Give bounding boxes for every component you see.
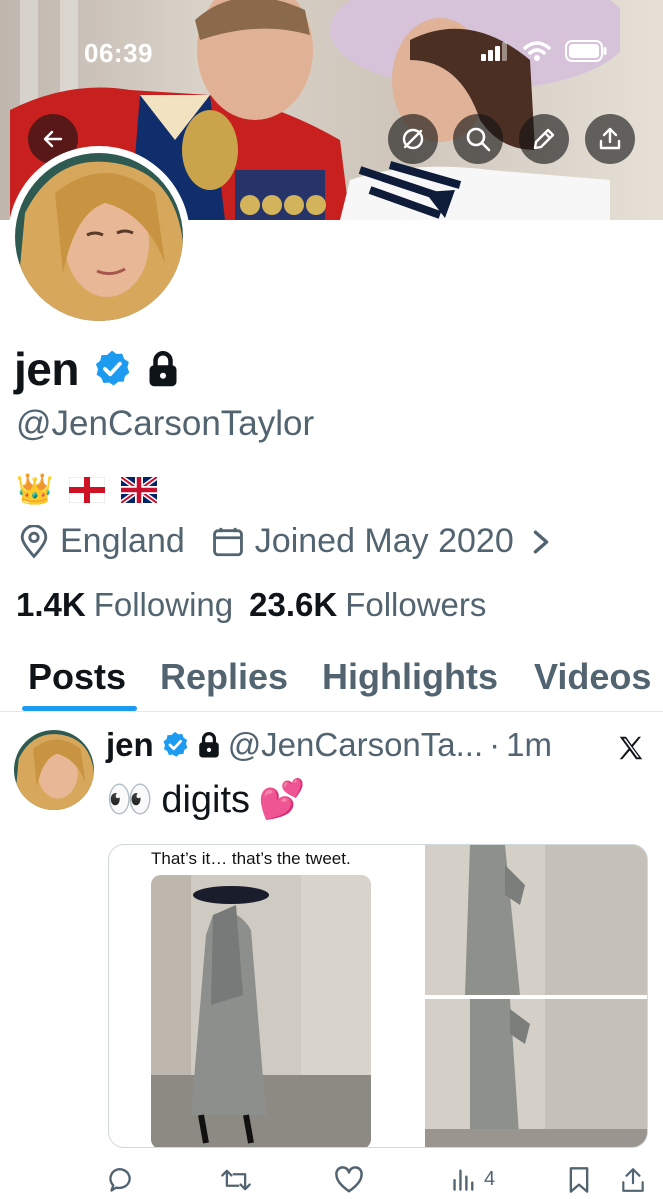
views-chart-icon [453,1169,474,1191]
profile-avatar[interactable] [8,146,190,328]
follow-stats: 1.4K Following 23.6K Followers [16,586,486,624]
views-button[interactable]: 4 [452,1166,495,1192]
share-icon [622,1168,644,1192]
lock-icon [149,351,177,387]
signal-icon [481,42,507,61]
crown-emoji: 👑 [16,473,54,506]
hearts-emoji: 💕 [258,779,306,821]
tweet-avatar[interactable] [14,730,94,810]
bookmark-button[interactable] [566,1166,592,1194]
tweet-actions: 4 [0,1162,663,1199]
verified-badge-icon [163,731,188,757]
wifi-icon [523,41,551,61]
media-photo [425,845,647,995]
calendar-icon [212,527,243,556]
followers-count: 23.6K [249,586,338,623]
chevron-right-icon [533,530,549,553]
views-count: 4 [484,1167,496,1190]
media-image-1[interactable] [151,875,371,1147]
tab-posts[interactable]: Posts [28,656,126,698]
heart-icon [335,1166,363,1193]
tweet-author-name[interactable]: jen [106,726,154,764]
active-tab-indicator [22,706,137,711]
eyes-emoji: 👀 [106,779,154,821]
tab-videos[interactable]: Videos [534,656,651,698]
profile-handle: @JenCarsonTaylor [16,404,315,443]
profile-joined[interactable]: Joined May 2020 [211,522,552,561]
media-image-2[interactable] [425,845,647,995]
back-arrow-icon [43,130,63,148]
tweet-header: jen @JenCarsonTa... · 1m [106,726,552,764]
x-logo-icon [616,730,646,772]
verified-badge-icon[interactable] [91,348,133,390]
media-photo [425,999,647,1147]
tweet-avatar-photo [14,730,94,810]
profile-bio: 👑 [16,472,158,507]
status-bar: 06:39 [0,0,663,100]
repost-icon [221,1169,251,1191]
media-image-3[interactable] [425,999,647,1147]
mute-button[interactable] [388,114,438,164]
share-icon [599,127,621,150]
following-count: 1.4K [16,586,86,623]
following-link[interactable]: 1.4K Following [16,586,233,624]
tab-highlights[interactable]: Highlights [322,656,498,698]
followers-link[interactable]: 23.6K Followers [249,586,486,624]
avatar [15,153,183,321]
bookmark-icon [569,1167,589,1193]
share-button[interactable] [585,114,635,164]
tweet-separator: · [489,726,501,763]
tweet-share-button[interactable] [620,1166,646,1194]
uk-flag-icon [121,476,158,503]
profile-meta-row: England Joined May 2020 [18,522,578,561]
tweet-time[interactable]: 1m [506,726,552,764]
media-photo [151,875,371,1147]
like-button[interactable] [334,1166,364,1194]
tweet-text: 👀 digits 💕 [106,778,305,822]
location-text: England [60,522,185,560]
profile-tabs: Posts Replies Highlights Videos [0,648,663,712]
tab-replies[interactable]: Replies [160,656,288,698]
followers-label: Followers [345,586,487,623]
profile-location: England [18,522,185,561]
tweet-body: digits [161,778,251,821]
repost-button[interactable] [220,1166,252,1194]
reply-button[interactable] [108,1166,136,1194]
avatar-photo [15,153,183,321]
edit-icon [533,128,555,150]
england-flag-icon [69,476,106,503]
battery-icon [565,40,607,62]
profile-name-row: jen [14,342,181,396]
search-button[interactable] [453,114,503,164]
media-caption: That’s it… that’s the tweet. [151,849,351,868]
following-label: Following [93,586,234,623]
status-icons [481,40,607,62]
joined-text: Joined May 2020 [254,522,514,560]
lock-icon [198,732,219,758]
mute-icon [402,128,424,150]
tweet-author-handle: @JenCarsonTa... [227,726,484,763]
display-name: jen [14,343,79,395]
status-time: 06:39 [84,38,153,68]
tweet-media-grid[interactable]: That’s it… that’s the tweet. [108,844,648,1148]
location-pin-icon [20,524,48,559]
search-icon [466,127,491,152]
reply-icon [109,1168,131,1192]
edit-button[interactable] [519,114,569,164]
